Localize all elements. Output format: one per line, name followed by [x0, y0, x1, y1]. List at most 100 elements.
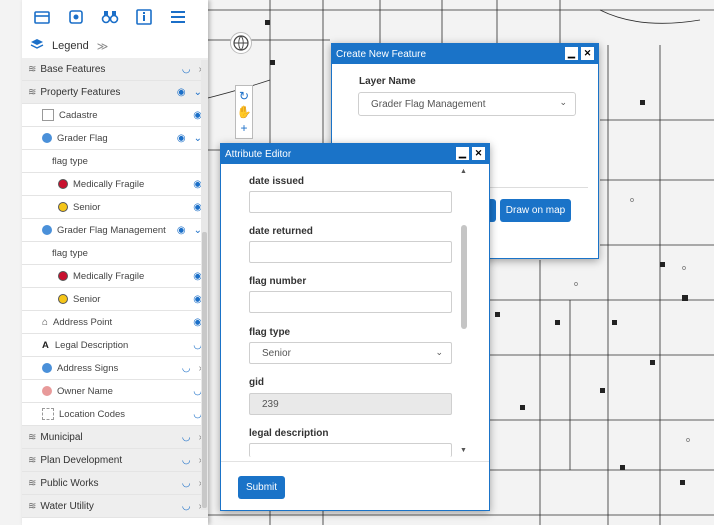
legend-collapse-icon[interactable]: ≫: [97, 40, 109, 53]
date-returned-input[interactable]: [249, 241, 452, 263]
legend-item-label: Senior: [73, 201, 101, 213]
flag-number-input[interactable]: [249, 291, 452, 313]
layer-group-plan-development[interactable]: ≋ Plan Development ◡›: [22, 449, 208, 472]
layer-group-icon: ≋: [28, 86, 37, 98]
layer-item-grader-flag[interactable]: Grader Flag ◉ ⌄: [22, 127, 208, 150]
close-icon[interactable]: ✕: [472, 147, 485, 160]
layer-name-label: Layer Name: [359, 76, 416, 87]
layer-name-value: Grader Flag Management: [371, 98, 486, 110]
layer-group-water-utility[interactable]: ≋ Water Utility ◡›: [22, 495, 208, 518]
layer-group-property-features[interactable]: ≋ Property Features ◉ ⌄: [22, 81, 208, 104]
submit-button[interactable]: Submit: [238, 476, 285, 499]
text-a-icon: A: [42, 339, 49, 351]
legend-item-label: Medically Fragile: [73, 270, 145, 282]
red-dot-icon: [58, 271, 68, 281]
eye-hidden-icon[interactable]: ◡: [182, 455, 191, 466]
layer-item-address-signs[interactable]: Address Signs ◡›: [22, 357, 208, 380]
attribute-editor-titlebar[interactable]: Attribute Editor ▁ ✕: [221, 144, 489, 164]
eye-visible-icon[interactable]: ◉: [177, 225, 186, 236]
layer-label: Address Point: [53, 316, 113, 328]
eye-hidden-icon[interactable]: ◡: [182, 432, 191, 443]
layer-name-select[interactable]: Grader Flag Management ⌄: [358, 92, 576, 116]
pan-hand-icon[interactable]: ✋: [237, 105, 252, 119]
legend-header[interactable]: Legend ≫: [22, 34, 208, 58]
binoculars-icon[interactable]: [98, 6, 122, 28]
info-icon[interactable]: [132, 6, 156, 28]
layer-item-address-point[interactable]: ⌂ Address Point ◉: [22, 311, 208, 334]
globe-icon[interactable]: [230, 32, 252, 54]
sidebar-scrollbar-thumb[interactable]: [202, 232, 207, 508]
eye-hidden-icon[interactable]: ◡: [182, 64, 191, 75]
sidebar-toolbar: [22, 0, 208, 34]
layers-box-icon[interactable]: [30, 6, 54, 28]
flag-type-label: flag type: [249, 327, 291, 338]
layer-item-legal-description[interactable]: A Legal Description ◡: [22, 334, 208, 357]
divider: [221, 461, 489, 462]
zoom-in-icon[interactable]: +: [240, 121, 247, 135]
layer-label: Legal Description: [54, 339, 129, 351]
owner-icon: [42, 386, 52, 396]
legal-description-input[interactable]: [249, 443, 452, 457]
layer-group-public-works[interactable]: ≋ Public Works ◡›: [22, 472, 208, 495]
scrollbar-thumb[interactable]: [461, 225, 467, 329]
layer-group-base-features[interactable]: ≋ Base Features ◡›: [22, 58, 208, 81]
flag-type-select[interactable]: Senior ⌄: [249, 342, 452, 364]
dialog-title: Create New Feature: [336, 48, 427, 60]
attribute-scrollbar[interactable]: ▲ ▼: [460, 168, 468, 458]
eye-hidden-icon[interactable]: ◡: [182, 478, 191, 489]
draw-on-map-button[interactable]: Draw on map: [500, 199, 571, 222]
date-issued-label: date issued: [249, 176, 305, 187]
layer-item-location-codes[interactable]: Location Codes ◡: [22, 403, 208, 426]
cadastre-swatch: [42, 109, 54, 121]
layer-group-municipal[interactable]: ≋ Municipal ◡›: [22, 426, 208, 449]
close-icon[interactable]: ✕: [581, 47, 594, 60]
layer-item-owner-name[interactable]: Owner Name ◡: [22, 380, 208, 403]
tools-icon[interactable]: [64, 6, 88, 28]
legend-subheading-label: flag type: [52, 155, 88, 167]
menu-icon[interactable]: [166, 6, 190, 28]
scroll-down-icon[interactable]: ▼: [460, 447, 467, 454]
minimize-icon[interactable]: ▁: [565, 47, 578, 60]
legal-description-label: legal description: [249, 428, 329, 439]
layer-group-icon: ≋: [28, 431, 37, 443]
attribute-editor-dialog: Attribute Editor ▁ ✕ date issued date re…: [220, 143, 490, 511]
create-feature-titlebar[interactable]: Create New Feature ▁ ✕: [332, 44, 598, 64]
sign-icon: [42, 363, 52, 373]
flag-number-label: flag number: [249, 276, 307, 287]
scroll-up-icon[interactable]: ▲: [460, 168, 467, 175]
layer-group-icon: ≋: [28, 63, 37, 75]
eye-visible-icon[interactable]: ◉: [177, 87, 186, 98]
flag-type-value: Senior: [262, 347, 291, 359]
eye-visible-icon[interactable]: ◉: [177, 133, 186, 144]
layer-label: Location Codes: [59, 408, 126, 420]
legend-item-label: Medically Fragile: [73, 178, 145, 190]
refresh-icon[interactable]: ↻: [239, 89, 249, 103]
legend-item-medically-fragile[interactable]: Medically Fragile ◉: [22, 173, 208, 196]
location-codes-swatch: [42, 408, 54, 420]
gid-input: 239: [249, 393, 452, 415]
legend-item-label: Senior: [73, 293, 101, 305]
house-icon: ⌂: [42, 316, 49, 328]
layer-group-icon: ≋: [28, 454, 37, 466]
legend-subheading-label: flag type: [52, 247, 88, 259]
layer-sidebar: Legend ≫ ≋ Base Features ◡› ≋ Property F…: [22, 0, 208, 525]
legend-item-medically-fragile[interactable]: Medically Fragile ◉: [22, 265, 208, 288]
grader-flag-icon: [42, 133, 52, 143]
date-returned-label: date returned: [249, 226, 313, 237]
legend-item-senior[interactable]: Senior ◉: [22, 196, 208, 219]
legend-item-senior[interactable]: Senior ◉: [22, 288, 208, 311]
yellow-dot-icon: [58, 202, 68, 212]
legend-subheading: flag type: [22, 242, 208, 265]
map-nav-controls: ↻ ✋ +: [235, 85, 253, 139]
chevron-down-icon: ⌄: [435, 347, 443, 357]
layers-stack-icon: [30, 38, 44, 54]
layer-item-cadastre[interactable]: Cadastre ◉: [22, 104, 208, 127]
eye-hidden-icon[interactable]: ◡: [182, 363, 191, 374]
layer-item-grader-flag-management[interactable]: Grader Flag Management ◉ ⌄: [22, 219, 208, 242]
hidden-button-edge[interactable]: [490, 199, 496, 222]
date-issued-input[interactable]: [249, 191, 452, 213]
eye-hidden-icon[interactable]: ◡: [182, 501, 191, 512]
minimize-icon[interactable]: ▁: [456, 147, 469, 160]
chevron-down-icon: ⌄: [559, 97, 567, 107]
layer-group-icon: ≋: [28, 477, 37, 489]
